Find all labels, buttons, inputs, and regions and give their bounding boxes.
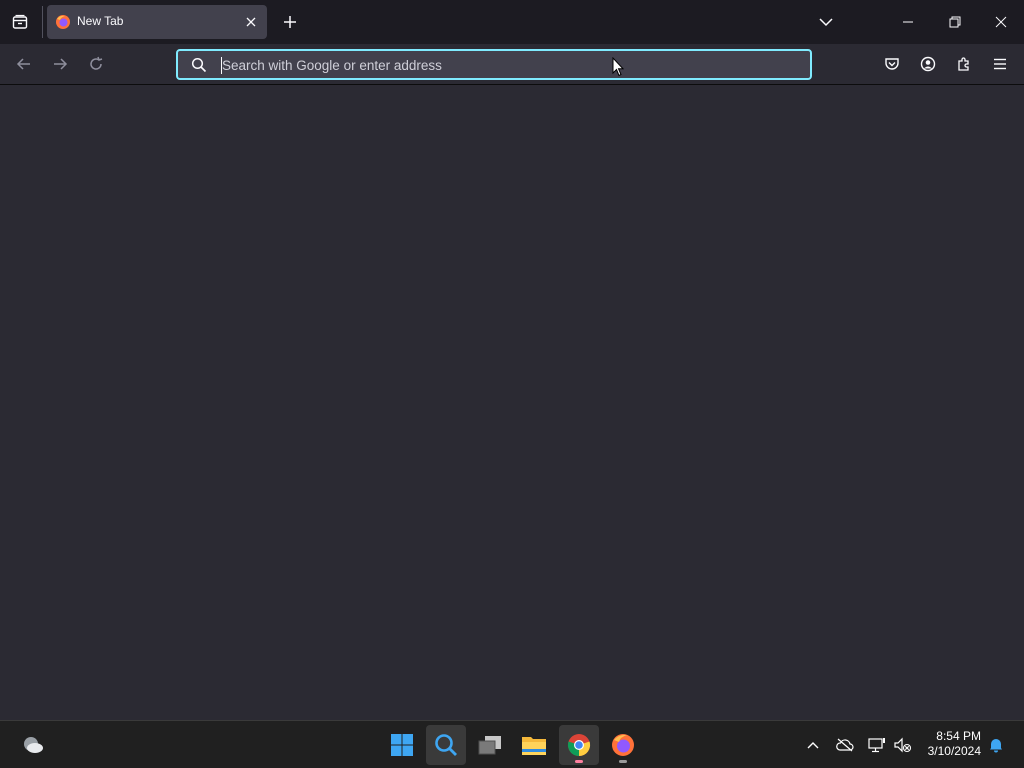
running-indicator: [575, 760, 583, 763]
chevron-up-icon: [807, 742, 819, 749]
forward-button[interactable]: [48, 52, 72, 76]
account-button[interactable]: [916, 52, 940, 76]
network-icon: [868, 738, 885, 753]
network-tray-button[interactable]: [866, 733, 888, 757]
list-all-tabs-button[interactable]: [814, 10, 838, 34]
reload-button[interactable]: [84, 52, 108, 76]
weather-cloud-icon: [24, 737, 43, 753]
search-icon: [435, 734, 457, 756]
restore-button[interactable]: [943, 10, 967, 34]
file-explorer-button[interactable]: [514, 725, 554, 765]
minimize-button[interactable]: [896, 10, 920, 34]
clock-time: 8:54 PM: [936, 729, 981, 743]
arrow-right-icon: [54, 58, 68, 70]
urlbar[interactable]: [176, 49, 812, 80]
pocket-button[interactable]: [880, 52, 904, 76]
new-tab-button[interactable]: [278, 10, 302, 34]
folder-icon: [522, 737, 546, 755]
bell-icon: [990, 739, 1002, 753]
running-indicator: [619, 760, 627, 763]
search-input[interactable]: [222, 55, 782, 75]
extensions-button[interactable]: [952, 52, 976, 76]
firefox-taskbar-button[interactable]: [603, 725, 643, 765]
firefox-favicon-icon: [56, 15, 70, 29]
firefox-view-button[interactable]: [8, 10, 32, 34]
pocket-icon: [885, 58, 899, 70]
chevron-down-icon: [819, 18, 833, 27]
back-button[interactable]: [12, 52, 36, 76]
notifications-button[interactable]: [986, 733, 1006, 757]
task-view-icon: [478, 736, 501, 755]
mouse-cursor-icon: [612, 57, 624, 77]
tab-title: New Tab: [77, 14, 124, 28]
tab-new-tab[interactable]: New Tab: [47, 5, 267, 39]
cloud-offline-icon: [836, 738, 854, 752]
close-window-button[interactable]: [989, 10, 1013, 34]
volume-tray-button[interactable]: [892, 733, 914, 757]
navigation-toolbar: [0, 44, 1024, 85]
puzzle-icon: [958, 57, 969, 71]
search-icon: [191, 57, 207, 73]
system-clock[interactable]: 8:54 PM 3/10/2024: [928, 729, 981, 759]
plus-icon: [284, 16, 296, 28]
title-bar: New Tab: [0, 0, 1024, 44]
page-content: [0, 85, 1024, 720]
weather-widget[interactable]: [13, 725, 53, 765]
minimize-icon: [903, 21, 913, 23]
hamburger-menu-icon: [994, 58, 1006, 70]
task-view-button[interactable]: [470, 725, 510, 765]
show-hidden-icons-button[interactable]: [802, 733, 824, 757]
firefox-view-icon: [12, 14, 28, 29]
account-icon: [920, 56, 936, 72]
close-tab-icon[interactable]: [243, 14, 259, 30]
clock-date: 3/10/2024: [927, 744, 981, 758]
windows-logo-icon: [391, 734, 413, 756]
search-taskbar-button[interactable]: [426, 725, 466, 765]
taskbar: 8:54 PM 3/10/2024: [0, 720, 1024, 768]
tab-separator: [42, 6, 43, 38]
restore-icon: [949, 16, 961, 28]
chrome-taskbar-button[interactable]: [559, 725, 599, 765]
firefox-icon: [612, 734, 634, 756]
arrow-left-icon: [16, 58, 30, 70]
onedrive-tray-button[interactable]: [834, 733, 856, 757]
volume-muted-icon: [894, 737, 912, 753]
chrome-icon: [567, 734, 591, 757]
reload-icon: [90, 56, 103, 70]
app-menu-button[interactable]: [988, 52, 1012, 76]
start-button[interactable]: [382, 725, 422, 765]
close-icon: [995, 16, 1007, 28]
